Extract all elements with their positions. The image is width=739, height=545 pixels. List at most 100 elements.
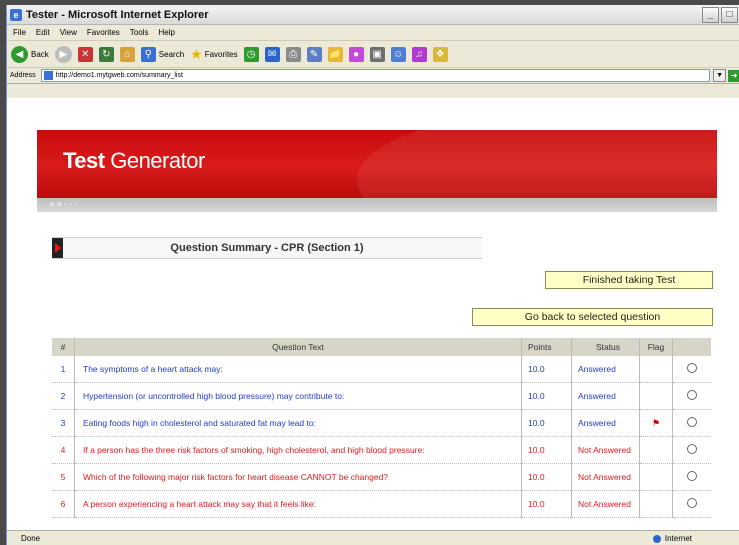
menu-bar: File Edit View Favorites Tools Help: [7, 25, 739, 41]
stop-icon[interactable]: ✕: [77, 46, 93, 62]
question-text[interactable]: Eating foods high in cholesterol and sat…: [74, 409, 522, 437]
history-icon[interactable]: ◷: [243, 46, 259, 62]
radio-button[interactable]: [687, 444, 697, 454]
question-text[interactable]: Which of the following major risk factor…: [74, 463, 522, 491]
address-url: http://demo1.mytgweb.com/summary_list: [55, 72, 183, 79]
question-number: 2: [52, 382, 75, 410]
minimize-button[interactable]: _: [702, 6, 719, 23]
question-select[interactable]: [672, 356, 711, 383]
question-points: 10.0: [521, 463, 572, 491]
go-button[interactable]: ➜: [728, 69, 739, 82]
question-flag[interactable]: [639, 463, 673, 491]
radio-button[interactable]: [687, 363, 697, 373]
edit-icon[interactable]: ✎: [306, 46, 322, 62]
forward-arrow-icon: ▶: [54, 45, 72, 63]
question-flag[interactable]: [639, 490, 673, 518]
finished-test-button[interactable]: Finished taking Test: [545, 271, 713, 289]
question-status: Not Answered: [571, 436, 640, 464]
people-icon[interactable]: ☺: [390, 46, 406, 62]
menu-tools[interactable]: Tools: [130, 28, 149, 37]
question-text[interactable]: Hypertension (or uncontrolled high blood…: [74, 382, 522, 410]
table-row[interactable]: 1 The symptoms of a heart attack may: 10.0…: [52, 356, 711, 383]
header-status: Status: [571, 338, 640, 356]
question-status: Answered: [571, 356, 640, 383]
security-zone: Internet: [652, 534, 692, 543]
search-icon: ⚲: [140, 46, 156, 62]
address-input[interactable]: http://demo1.mytgweb.com/summary_list: [40, 69, 711, 82]
brand-rest: Generator: [104, 148, 205, 173]
page-icon: [43, 71, 53, 80]
question-text[interactable]: The symptoms of a heart attack may:: [74, 356, 522, 383]
browser-window: e Tester - Microsoft Internet Explorer _…: [6, 5, 739, 545]
question-summary-table: # Question Text Points Status Flag 1 The …: [52, 338, 711, 518]
nav-stripe: »»···: [37, 198, 717, 212]
radio-button[interactable]: [687, 390, 697, 400]
back-label: Back: [31, 49, 49, 59]
address-bar: Address http://demo1.mytgweb.com/summary…: [7, 68, 739, 84]
go-back-button[interactable]: Go back to selected question: [472, 308, 713, 326]
table-row[interactable]: 2 Hypertension (or uncontrolled high bloo…: [52, 382, 711, 410]
refresh-icon[interactable]: ↻: [98, 46, 114, 62]
table-row[interactable]: 3 Eating foods high in cholesterol and sa…: [52, 409, 711, 437]
address-dropdown-icon[interactable]: ▼: [713, 69, 727, 82]
ie-logo-icon: e: [10, 8, 22, 21]
header-number: #: [52, 338, 75, 356]
mail-icon[interactable]: ✉: [264, 46, 280, 62]
question-status: Not Answered: [571, 490, 640, 518]
menu-edit[interactable]: Edit: [36, 28, 50, 37]
app-logo-title: Test Generator: [63, 148, 205, 174]
question-status: Not Answered: [571, 463, 640, 491]
favorites-button[interactable]: ★ Favorites: [190, 46, 237, 63]
test-generator-app: Test Generator »»··· Question Summary - …: [37, 130, 717, 530]
question-flag[interactable]: [639, 356, 673, 383]
menu-file[interactable]: File: [13, 28, 26, 37]
header-question-text: Question Text: [74, 338, 522, 356]
table-body: 1 The symptoms of a heart attack may: 10.0…: [52, 356, 711, 518]
search-button[interactable]: ⚲ Search: [140, 46, 184, 62]
question-flag[interactable]: ⚑: [639, 409, 673, 437]
research-icon[interactable]: ▣: [369, 46, 385, 62]
question-select[interactable]: [672, 436, 711, 464]
messenger-icon[interactable]: ●: [348, 46, 364, 62]
question-text[interactable]: A person experiencing a heart attack may…: [74, 490, 522, 518]
folder-icon[interactable]: 📁: [327, 46, 343, 62]
media-icon[interactable]: ♫: [411, 46, 427, 62]
menu-help[interactable]: Help: [158, 28, 174, 37]
menu-favorites[interactable]: Favorites: [87, 28, 120, 37]
question-points: 10.0: [521, 356, 572, 383]
app-header-banner: Test Generator: [37, 130, 717, 198]
question-select[interactable]: [672, 490, 711, 518]
status-bar: Done Internet: [7, 530, 739, 545]
question-points: 10.0: [521, 490, 572, 518]
header-select: [672, 338, 711, 356]
question-flag[interactable]: [639, 382, 673, 410]
radio-button[interactable]: [687, 498, 697, 508]
extra-tool-icon[interactable]: ❖: [432, 46, 448, 62]
table-row[interactable]: 5 Which of the following major risk facto…: [52, 463, 711, 491]
back-button[interactable]: ◀ Back: [11, 45, 49, 63]
toolbar: ◀ Back ▶ ✕ ↻ ⌂ ⚲ Search ★ Favorites ◷ ✉ …: [7, 41, 739, 68]
page-viewport: Test Generator »»··· Question Summary - …: [7, 98, 739, 530]
menu-view[interactable]: View: [60, 28, 77, 37]
status-text: Done: [21, 534, 41, 543]
question-select[interactable]: [672, 463, 711, 491]
question-flag[interactable]: [639, 436, 673, 464]
question-text[interactable]: If a person has the three risk factors o…: [74, 436, 522, 464]
radio-button[interactable]: [687, 417, 697, 427]
maximize-button[interactable]: □: [721, 6, 738, 23]
question-number: 1: [52, 356, 75, 383]
table-row[interactable]: 6A person experiencing a heart attack ma…: [52, 490, 711, 518]
question-points: 10.0: [521, 382, 572, 410]
section-header: Question Summary - CPR (Section 1): [52, 237, 482, 259]
forward-button[interactable]: ▶: [54, 45, 72, 63]
banner-swoosh: [357, 130, 717, 198]
question-number: 5: [52, 463, 75, 491]
radio-button[interactable]: [687, 471, 697, 481]
home-icon[interactable]: ⌂: [119, 46, 135, 62]
question-number: 6: [52, 490, 75, 518]
table-row[interactable]: 4 If a person has the three risk factors …: [52, 436, 711, 464]
print-icon[interactable]: ⎙: [285, 46, 301, 62]
question-select[interactable]: [672, 409, 711, 437]
question-select[interactable]: [672, 382, 711, 410]
globe-icon: [652, 534, 661, 543]
